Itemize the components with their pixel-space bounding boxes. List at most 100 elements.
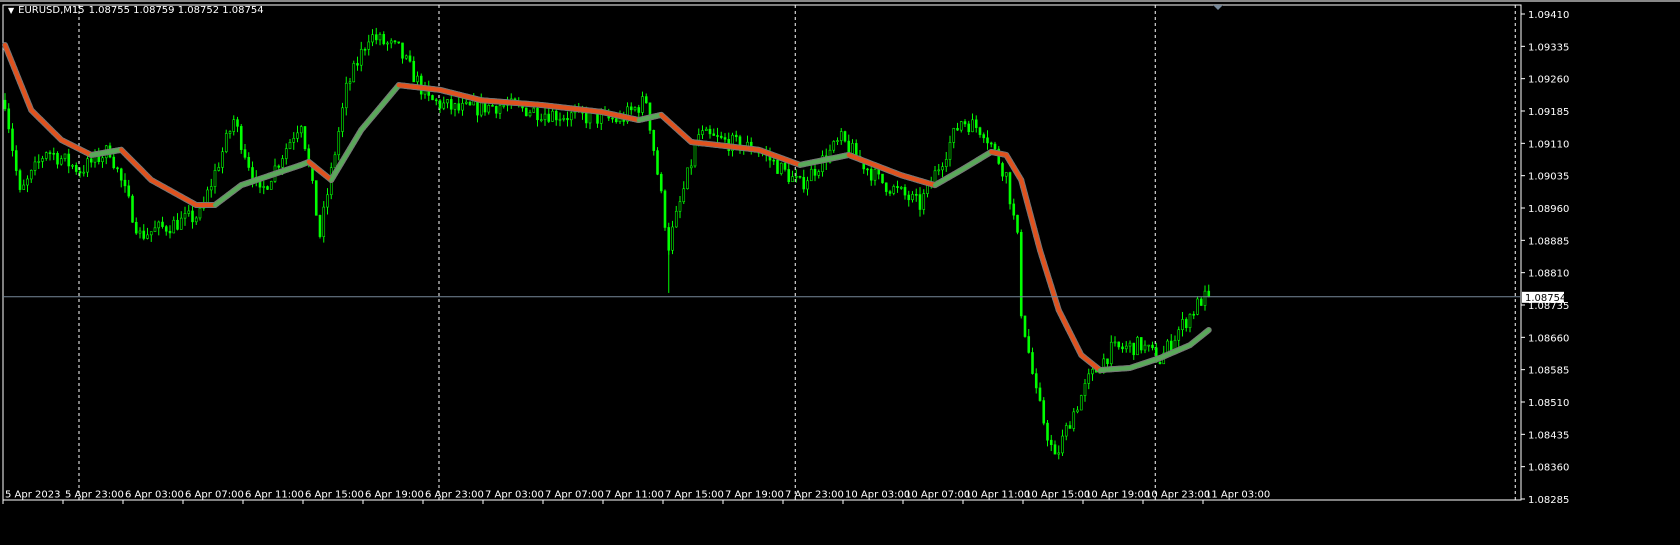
candle-body (641, 96, 644, 113)
candle-body (232, 119, 236, 132)
candle-body (179, 217, 183, 230)
x-tick-label: 6 Apr 03:00 (125, 489, 184, 500)
candle (892, 184, 896, 196)
candle-body (52, 152, 56, 155)
candle (776, 157, 779, 174)
x-tick-label: 10 Apr 23:00 (1145, 489, 1210, 500)
x-tick-label: 6 Apr 11:00 (245, 489, 304, 500)
candle-body (656, 150, 659, 175)
candle-body (963, 121, 967, 125)
candle (303, 125, 307, 151)
candle-body (881, 173, 884, 184)
candle-body (134, 221, 138, 234)
candle-body (1151, 344, 1154, 349)
candle-body (1169, 340, 1173, 351)
candle-body (187, 210, 191, 214)
candle-body (71, 165, 74, 167)
candle-body (734, 134, 738, 138)
price-chart[interactable]: 1.09410 1.09335 1.09260 1.09185 1.09110 1.090… (0, 0, 1680, 545)
candle-body (1196, 298, 1199, 315)
candle-body (941, 166, 944, 171)
candle-body (123, 179, 127, 187)
plot-area[interactable] (2, 4, 1522, 501)
candle-body (832, 141, 836, 151)
candle-body (937, 169, 941, 172)
candle-body (704, 128, 708, 131)
candle-body (374, 34, 378, 41)
candle-body (359, 48, 363, 66)
candle-body (491, 105, 494, 107)
candle-body (119, 168, 123, 181)
candle-body (314, 180, 318, 216)
candle (1196, 296, 1199, 316)
candle-body (1203, 290, 1207, 306)
candle-body (213, 170, 217, 187)
candle-body (806, 180, 809, 190)
candle-body (344, 82, 348, 109)
candle-body (918, 194, 922, 210)
candle-body (416, 75, 419, 83)
candle (239, 124, 243, 154)
candle (131, 194, 134, 223)
x-tick-label: 10 Apr 19:00 (1085, 489, 1150, 500)
candle-body (487, 105, 491, 113)
candle-body (127, 185, 131, 197)
candle-body (502, 105, 506, 107)
y-tick-label: 1.09260 (1528, 75, 1569, 86)
candle (1016, 214, 1019, 235)
candle (352, 60, 356, 83)
candle-body (153, 227, 157, 232)
candle-body (367, 41, 371, 50)
candle-body (873, 168, 877, 181)
candle-body (326, 194, 329, 208)
candle-body (671, 226, 674, 251)
candle-body (296, 132, 299, 139)
candle-body (1038, 387, 1042, 401)
candle (431, 94, 434, 101)
candle-body (11, 128, 14, 151)
candle-body (378, 34, 382, 41)
x-tick-label: 5 Apr 2023 (5, 489, 60, 500)
candle-body (1034, 373, 1038, 389)
candle-body (89, 158, 93, 163)
candle-body (944, 159, 948, 167)
y-tick-label: 1.08360 (1528, 463, 1569, 474)
y-tick-label: 1.08585 (1528, 366, 1569, 377)
candle-body (33, 161, 37, 171)
candle-body (629, 106, 633, 111)
dropdown-triangle-icon[interactable]: ▼ (8, 6, 14, 15)
candle-body (303, 126, 307, 150)
candle-body (1158, 361, 1162, 365)
candle-body (974, 119, 978, 128)
price-axis[interactable]: 1.09410 1.09335 1.09260 1.09185 1.09110 1.090… (1521, 10, 1569, 506)
candle (1008, 171, 1012, 210)
candle-body (239, 126, 243, 150)
candle-body (896, 186, 899, 188)
candle-body (142, 230, 146, 239)
candle-body (1076, 409, 1079, 413)
candle-body (146, 234, 149, 239)
candle-body (1004, 172, 1008, 177)
candle-body (809, 168, 813, 182)
candle-body (397, 41, 401, 44)
candle (686, 167, 689, 190)
candle-body (131, 195, 134, 223)
x-tick-label: 10 Apr 07:00 (905, 489, 970, 500)
ma-segment (1204, 328, 1211, 334)
y-tick-label: 1.08510 (1528, 398, 1569, 409)
candle-body (611, 117, 614, 120)
candle-body (723, 137, 727, 140)
time-axis[interactable]: 5 Apr 2023 5 Apr 23:00 6 Apr 03:00 6 Apr 07… (2, 489, 1270, 504)
candle-body (1128, 342, 1132, 347)
candle-body (194, 217, 198, 223)
candle-body (247, 157, 251, 168)
candle-body (3, 99, 7, 110)
candle-body (866, 168, 869, 171)
candle-body (292, 138, 296, 143)
x-tick-label: 7 Apr 23:00 (785, 489, 844, 500)
candle-body (1019, 232, 1023, 317)
candle (779, 162, 783, 176)
candle-body (149, 231, 153, 236)
candle-body (29, 170, 33, 180)
x-tick-label: 7 Apr 15:00 (665, 489, 724, 500)
